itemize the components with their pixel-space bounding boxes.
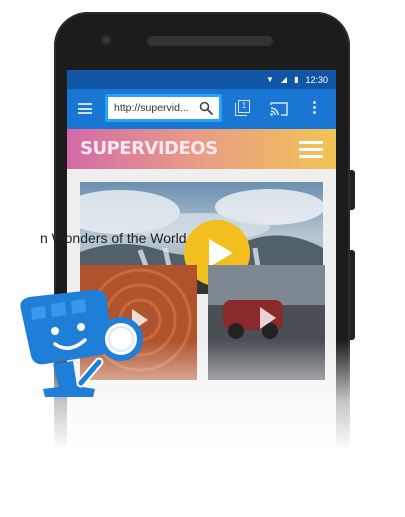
power-button bbox=[350, 170, 355, 210]
overflow-menu-icon[interactable] bbox=[313, 101, 317, 117]
wifi-icon: ▼ bbox=[265, 74, 274, 84]
site-header: SUPERVIDEOS bbox=[67, 129, 336, 169]
url-bar[interactable]: http://supervid... bbox=[105, 94, 222, 122]
signal-icon: ◢ bbox=[280, 74, 288, 84]
status-time: 12:30 bbox=[305, 74, 328, 85]
site-menu-icon[interactable] bbox=[299, 141, 323, 158]
url-text[interactable]: http://supervid... bbox=[114, 102, 196, 114]
search-icon[interactable] bbox=[199, 101, 213, 115]
mascot-icon bbox=[20, 289, 143, 397]
site-logo[interactable]: SUPERVIDEOS bbox=[80, 138, 218, 159]
cast-icon[interactable] bbox=[270, 101, 288, 116]
thumbnail-image bbox=[208, 265, 325, 380]
volume-button bbox=[350, 250, 355, 340]
status-bar: ▼ ◢ ▮ 12:30 bbox=[67, 70, 336, 89]
tab-count: 1 bbox=[238, 100, 250, 113]
browser-toolbar: http://supervid... 1 bbox=[67, 89, 336, 129]
tab-switcher-icon[interactable]: 1 bbox=[235, 100, 251, 116]
earpiece-speaker bbox=[147, 36, 273, 46]
battery-icon: ▮ bbox=[294, 74, 299, 84]
front-camera bbox=[101, 35, 111, 45]
video-thumbnail[interactable] bbox=[208, 265, 325, 380]
featured-video-title[interactable]: n Wonders of the World bbox=[40, 230, 187, 246]
hamburger-menu-icon[interactable] bbox=[78, 103, 92, 114]
app-preview: ▼ ◢ ▮ 12:30 http://supervid... 1 SUPERVI… bbox=[0, 0, 405, 517]
